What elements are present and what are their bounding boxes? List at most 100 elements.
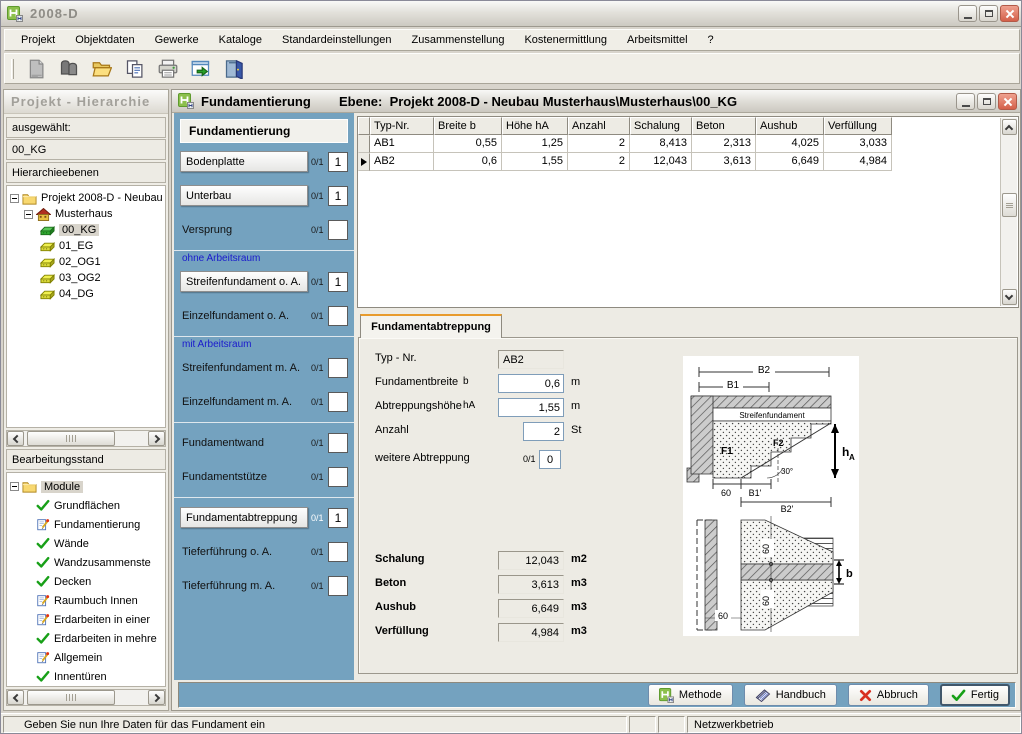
- tree-node-level-04-dg[interactable]: 04_DG: [37, 286, 165, 302]
- tieferfuehrung-oa-label[interactable]: Tieferführung o. A.: [180, 546, 308, 558]
- anzahl-input[interactable]: [523, 422, 564, 441]
- export-button[interactable]: [187, 56, 215, 82]
- bodenplatte-button[interactable]: Bodenplatte: [180, 151, 308, 172]
- row-selector[interactable]: [358, 135, 370, 153]
- open-project-button[interactable]: [55, 56, 83, 82]
- column-header[interactable]: Anzahl: [568, 117, 630, 135]
- cell-breite[interactable]: 0,6: [434, 153, 502, 171]
- cell-verfuellung[interactable]: 3,033: [824, 135, 892, 153]
- menu-help[interactable]: ?: [698, 31, 724, 49]
- column-header[interactable]: Aushub: [756, 117, 824, 135]
- menu-projekt[interactable]: Projekt: [11, 31, 65, 49]
- versprung-value-box[interactable]: [328, 220, 348, 240]
- menu-kostenermittlung[interactable]: Kostenermittlung: [514, 31, 617, 49]
- tree-node-level-02-og1[interactable]: 02_OG1: [37, 254, 165, 270]
- fundamentabtreppung-button[interactable]: Fundamentabtreppung: [180, 507, 308, 528]
- cell-anzahl[interactable]: 2: [568, 135, 630, 153]
- tieferfuehrung-ma-value-box[interactable]: [328, 576, 348, 596]
- cell-aushub[interactable]: 4,025: [756, 135, 824, 153]
- cell-breite[interactable]: 0,55: [434, 135, 502, 153]
- module-item-wandzusammenstellung[interactable]: Wandzusammenste: [33, 553, 165, 572]
- streifenfundament-ma-label[interactable]: Streifenfundament m. A.: [180, 362, 308, 374]
- cell-hoehe[interactable]: 1,25: [502, 135, 568, 153]
- copy-button[interactable]: [121, 56, 149, 82]
- module-item-decken[interactable]: Decken: [33, 572, 165, 591]
- bodenplatte-value-box[interactable]: 1: [328, 152, 348, 172]
- scroll-right-button[interactable]: [148, 690, 165, 705]
- menu-objektdaten[interactable]: Objektdaten: [65, 31, 144, 49]
- abbruch-button[interactable]: Abbruch: [848, 684, 929, 706]
- einzelfundament-oa-label[interactable]: Einzelfundament o. A.: [180, 310, 308, 322]
- cell-verfuellung[interactable]: 4,984: [824, 153, 892, 171]
- minimize-button[interactable]: [958, 5, 977, 22]
- handbuch-button[interactable]: Handbuch: [744, 684, 837, 706]
- cell-aushub[interactable]: 6,649: [756, 153, 824, 171]
- column-header[interactable]: Schalung: [630, 117, 692, 135]
- exit-button[interactable]: [220, 56, 248, 82]
- unterbau-value-box[interactable]: 1: [328, 186, 348, 206]
- cell-beton[interactable]: 3,613: [692, 153, 756, 171]
- menu-kataloge[interactable]: Kataloge: [209, 31, 272, 49]
- abtreppungshoehe-input[interactable]: [498, 398, 564, 417]
- hierarchy-horizontal-scrollbar[interactable]: [6, 430, 166, 447]
- scroll-left-button[interactable]: [7, 690, 24, 705]
- fundamentstuetze-label[interactable]: Fundamentstütze: [180, 471, 308, 483]
- scroll-down-button[interactable]: [1002, 289, 1017, 305]
- open-folder-button[interactable]: [88, 56, 116, 82]
- methode-button[interactable]: Methode: [648, 684, 733, 706]
- tab-fundamentabtreppung[interactable]: Fundamentabtreppung: [360, 314, 502, 338]
- streifenfundament-oa-value-box[interactable]: 1: [328, 272, 348, 292]
- tree-node-level-01-eg[interactable]: 01_EG: [37, 238, 165, 254]
- weitere-abtreppung-input[interactable]: [539, 450, 561, 469]
- streifenfundament-oa-button[interactable]: Streifenfundament o. A.: [180, 271, 308, 292]
- column-header[interactable]: Typ-Nr.: [370, 117, 434, 135]
- tree-node-module-root[interactable]: Module: [7, 477, 165, 496]
- tree-node-building[interactable]: Musterhaus: [21, 206, 165, 222]
- close-button[interactable]: [1000, 5, 1019, 22]
- row-selector-active[interactable]: [358, 153, 370, 171]
- scroll-right-button[interactable]: [148, 431, 165, 446]
- tieferfuehrung-oa-value-box[interactable]: [328, 542, 348, 562]
- column-header[interactable]: Beton: [692, 117, 756, 135]
- fundamentstuetze-value-box[interactable]: [328, 467, 348, 487]
- table-row-ab1[interactable]: AB1 0,55 1,25 2 8,413 2,313 4,025 3,033: [358, 135, 1018, 153]
- menu-arbeitsmittel[interactable]: Arbeitsmittel: [617, 31, 698, 49]
- module-item-innentueren[interactable]: Innentüren: [33, 667, 165, 686]
- einzelfundament-ma-label[interactable]: Einzelfundament m. A.: [180, 396, 308, 408]
- minimize-button[interactable]: [956, 93, 975, 110]
- fundamentbreite-input[interactable]: [498, 374, 564, 393]
- restore-button[interactable]: [979, 5, 998, 22]
- einzelfundament-ma-value-box[interactable]: [328, 392, 348, 412]
- column-header[interactable]: Höhe hA: [502, 117, 568, 135]
- new-document-button[interactable]: [22, 56, 50, 82]
- print-button[interactable]: [154, 56, 182, 82]
- unterbau-button[interactable]: Unterbau: [180, 185, 308, 206]
- maximize-button[interactable]: [977, 93, 996, 110]
- module-item-raumbuch-innen[interactable]: Raumbuch Innen: [33, 591, 165, 610]
- fertig-button[interactable]: Fertig: [940, 684, 1010, 706]
- module-item-allgemein[interactable]: Allgemein: [33, 648, 165, 667]
- scrollbar-thumb[interactable]: [27, 690, 115, 705]
- cell-schalung[interactable]: 12,043: [630, 153, 692, 171]
- menu-zusammenstellung[interactable]: Zusammenstellung: [402, 31, 515, 49]
- menu-standardeinstellungen[interactable]: Standardeinstellungen: [272, 31, 401, 49]
- scrollbar-thumb[interactable]: [1002, 193, 1017, 217]
- cell-hoehe[interactable]: 1,55: [502, 153, 568, 171]
- scrollbar-thumb[interactable]: [27, 431, 115, 446]
- module-item-grundflaechen[interactable]: Grundflächen: [33, 496, 165, 515]
- menu-gewerke[interactable]: Gewerke: [145, 31, 209, 49]
- column-header[interactable]: Verfüllung: [824, 117, 892, 135]
- close-button[interactable]: [998, 93, 1017, 110]
- column-header[interactable]: Breite b: [434, 117, 502, 135]
- fundamentabtreppung-value-box[interactable]: 1: [328, 508, 348, 528]
- collapse-icon[interactable]: [24, 210, 33, 219]
- module-item-erdarbeiten-einer[interactable]: Erdarbeiten in einer: [33, 610, 165, 629]
- streifenfundament-ma-value-box[interactable]: [328, 358, 348, 378]
- collapse-icon[interactable]: [10, 482, 19, 491]
- cell-beton[interactable]: 2,313: [692, 135, 756, 153]
- cell-schalung[interactable]: 8,413: [630, 135, 692, 153]
- tree-node-level-03-og2[interactable]: 03_OG2: [37, 270, 165, 286]
- scroll-up-button[interactable]: [1002, 119, 1017, 135]
- collapse-icon[interactable]: [10, 194, 19, 203]
- scroll-left-button[interactable]: [7, 431, 24, 446]
